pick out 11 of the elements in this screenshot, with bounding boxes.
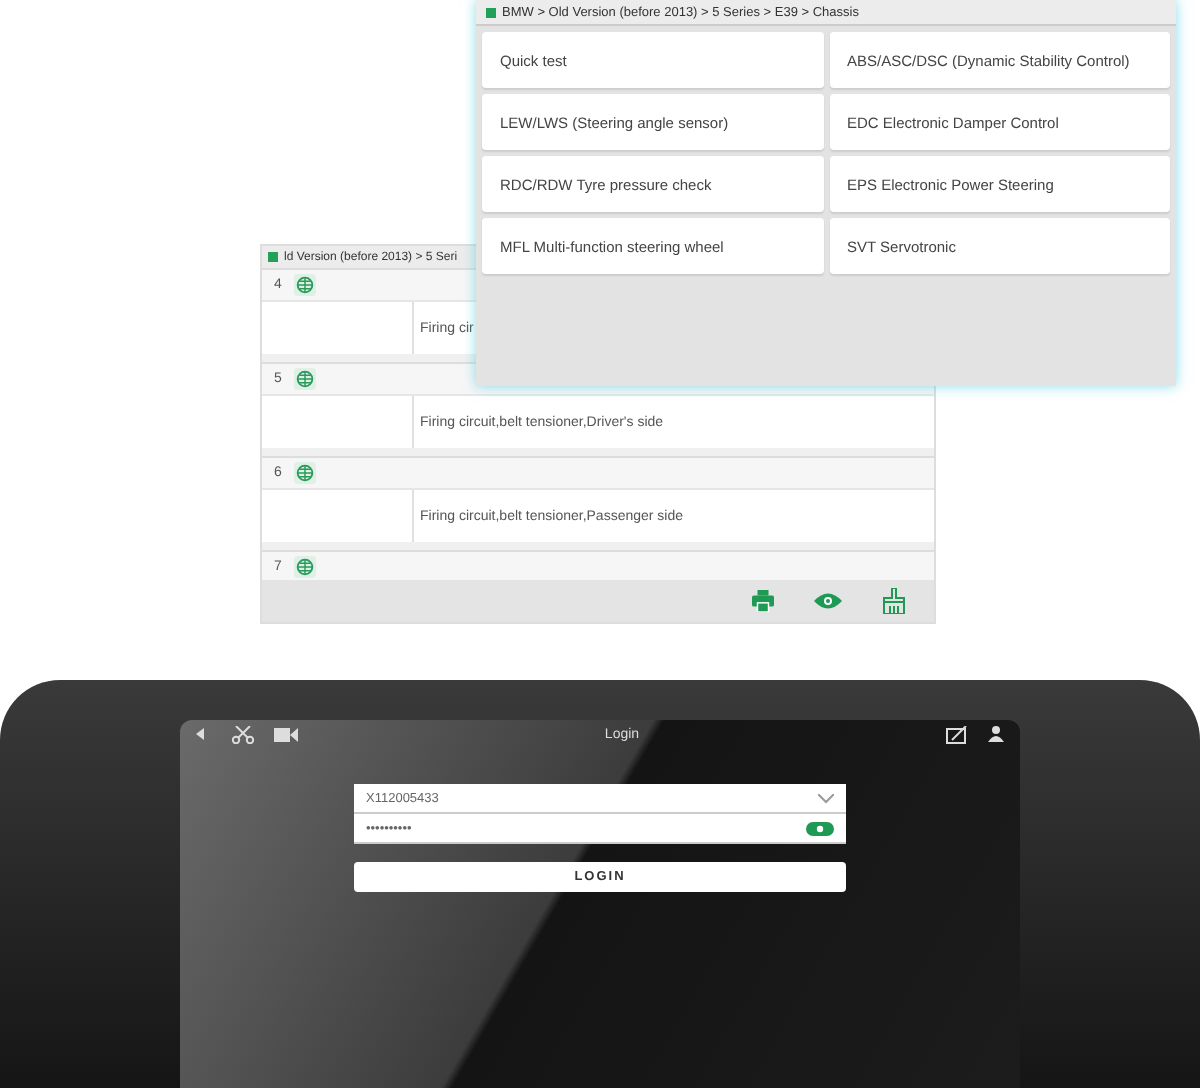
globe-icon [293, 462, 316, 484]
brush-icon[interactable] [882, 588, 906, 614]
edit-icon[interactable] [946, 725, 968, 743]
printer-icon[interactable] [752, 590, 774, 612]
video-camera-icon[interactable] [274, 727, 298, 741]
globe-icon [293, 556, 316, 578]
person-icon[interactable] [988, 726, 1004, 742]
scissors-icon[interactable] [232, 725, 254, 743]
globe-icon [293, 368, 316, 390]
chevron-down-icon[interactable] [818, 793, 834, 803]
globe-icon [293, 274, 316, 296]
